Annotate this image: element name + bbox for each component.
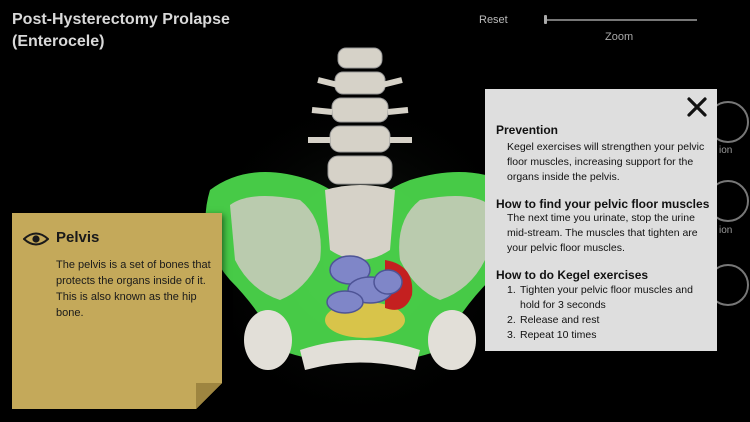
reset-button[interactable]: Reset	[479, 14, 508, 26]
list-item: 2. Release and rest	[507, 314, 600, 326]
note-body: The pelvis is a set of bones that protec…	[56, 259, 211, 319]
pelvis-3d-model[interactable]	[190, 40, 530, 422]
prevention-heading: Prevention	[496, 123, 559, 137]
prevention-panel: Prevention Kegel exercises will strength…	[485, 89, 717, 351]
prevention-body: Kegel exercises will strengthen your pel…	[507, 141, 705, 183]
zoom-slider-handle[interactable]	[544, 15, 547, 24]
zoom-label: Zoom	[605, 31, 634, 43]
page-fold	[196, 383, 222, 409]
kegel-steps: 1. Tighten your pelvic floor muscles and …	[507, 283, 712, 343]
find-muscles-body: The next time you urinate, stop the urin…	[507, 212, 698, 254]
note-heading: Pelvis	[56, 229, 100, 246]
zoom-slider[interactable]	[545, 19, 697, 21]
close-icon[interactable]	[685, 95, 709, 119]
kegel-heading: How to do Kegel exercises	[496, 268, 649, 282]
sacrum-bone	[325, 185, 395, 260]
list-item: 1. Tighten your pelvic floor muscles and …	[507, 284, 693, 311]
edge-label-2: ion	[719, 225, 733, 236]
find-muscles-heading: How to find your pelvic floor muscles	[496, 197, 710, 211]
femur-left	[244, 310, 292, 370]
femur-right	[428, 310, 476, 370]
list-item: 3. Repeat 10 times	[507, 329, 597, 341]
edge-label-1: ion	[719, 145, 733, 156]
pelvis-info-card: Pelvis The pelvis is a set of bones that…	[12, 213, 222, 409]
app-screen: Post-Hysterectomy Prolapse (Enterocele) …	[0, 0, 750, 422]
eye-icon[interactable]	[23, 231, 49, 247]
